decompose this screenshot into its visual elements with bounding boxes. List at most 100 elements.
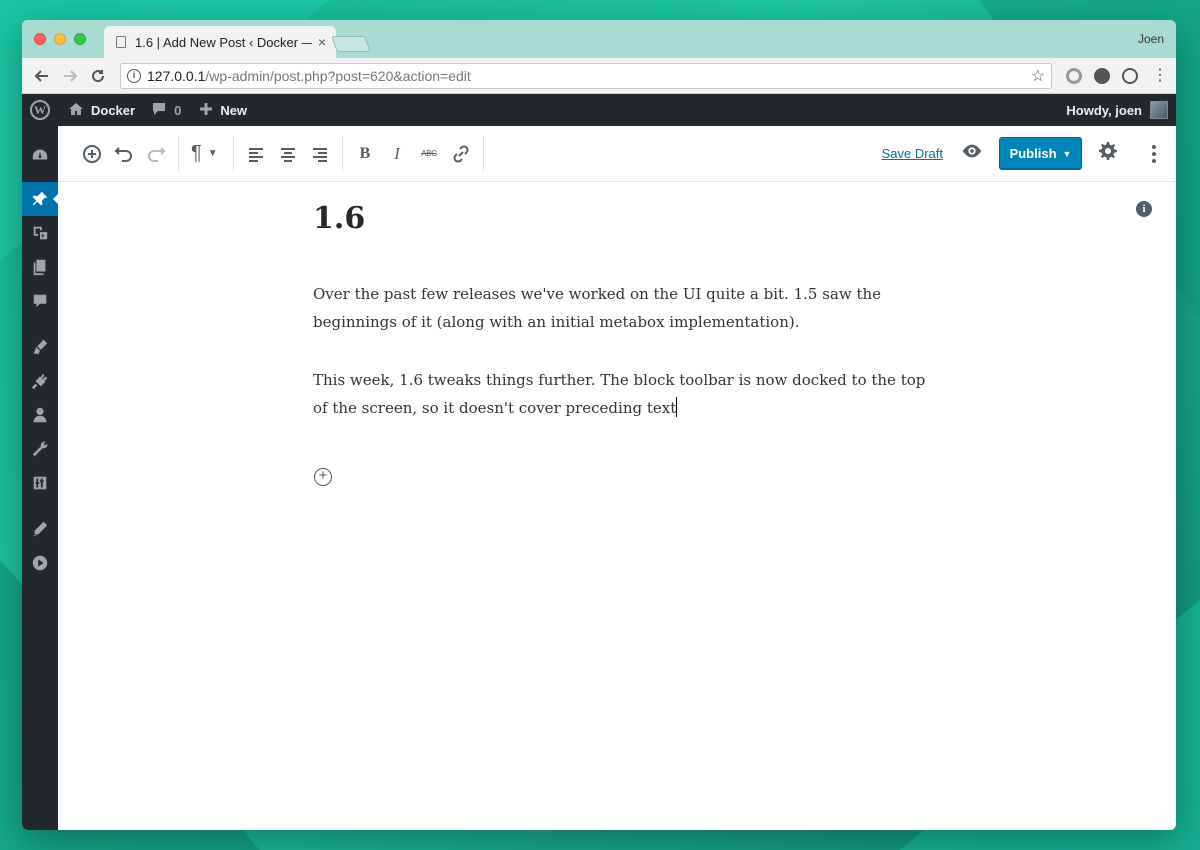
settings-sliders-icon	[33, 476, 47, 490]
align-left-icon	[249, 147, 263, 162]
text-cursor	[676, 397, 678, 417]
sidebar-item-tools[interactable]	[22, 432, 58, 466]
forward-button[interactable]	[58, 64, 82, 88]
wordpress-logo-mark: W	[30, 100, 50, 120]
extension-icon[interactable]	[1094, 67, 1110, 84]
dot	[1152, 144, 1156, 149]
site-name: Docker	[91, 102, 136, 118]
arrow-left-icon	[34, 69, 48, 82]
play-icon	[32, 555, 48, 571]
redo-button[interactable]	[140, 138, 172, 170]
sidebar-item-plugins[interactable]	[22, 364, 58, 398]
block-editor: ¶ ▼ B I ABC Save Draft Publish ▼ i 1.6 O…	[58, 126, 1176, 830]
extension-icon[interactable]	[1122, 67, 1138, 84]
howdy-label: Howdy, joen	[1066, 102, 1142, 118]
dot	[1152, 151, 1156, 156]
paragraph-icon: ¶	[191, 142, 202, 164]
italic-button[interactable]: I	[381, 138, 413, 170]
close-window-button[interactable]	[34, 33, 46, 45]
sidebar-item-settings[interactable]	[22, 466, 58, 500]
add-circle-icon	[83, 144, 101, 163]
sidebar-item-media[interactable]	[22, 216, 58, 250]
redo-icon	[148, 146, 166, 162]
sidebar-item-comments[interactable]	[22, 284, 58, 318]
admin-sidebar	[22, 126, 58, 830]
undo-icon	[114, 146, 132, 162]
pin-icon	[32, 191, 48, 206]
browser-menu-icon[interactable]: ⋮	[1152, 67, 1168, 84]
wordpress-logo-icon[interactable]: W	[22, 100, 58, 120]
reload-icon	[92, 69, 105, 82]
new-tab-button[interactable]	[331, 36, 371, 52]
sidebar-item-users[interactable]	[22, 398, 58, 432]
link-button[interactable]	[445, 138, 477, 170]
sidebar-item-posts[interactable]	[22, 182, 58, 216]
add-block-button[interactable]: +	[314, 468, 332, 486]
align-center-button[interactable]	[272, 138, 304, 170]
comments-icon	[33, 294, 47, 308]
bookmark-star-icon[interactable]: ☆	[1031, 66, 1045, 86]
document-info-icon[interactable]: i	[1136, 201, 1152, 217]
window-controls	[34, 33, 86, 45]
profile-name[interactable]: Joen	[1138, 32, 1164, 46]
comments-count: 0	[174, 102, 182, 118]
arrow-right-icon	[64, 69, 78, 82]
publish-label: Publish	[1009, 146, 1057, 161]
sidebar-item-edit[interactable]	[22, 512, 58, 546]
minimize-window-button[interactable]	[54, 33, 66, 45]
back-button[interactable]	[30, 64, 54, 88]
editor-header: ¶ ▼ B I ABC Save Draft Publish ▼	[58, 126, 1176, 182]
more-options-button[interactable]	[1144, 144, 1164, 163]
gear-icon	[1099, 142, 1117, 160]
avatar	[1150, 101, 1168, 119]
comment-bubble-icon	[151, 101, 167, 120]
paragraph-block[interactable]: This week, 1.6 tweaks things further. Th…	[313, 366, 933, 422]
maximize-window-button[interactable]	[74, 33, 86, 45]
undo-button[interactable]	[108, 138, 140, 170]
pages-icon	[33, 259, 46, 276]
browser-tab[interactable]: 1.6 | Add New Post ‹ Docker — ×	[104, 26, 336, 58]
align-left-button[interactable]	[240, 138, 272, 170]
address-bar[interactable]: i 127.0.0.1/wp-admin/post.php?post=620&a…	[120, 62, 1052, 89]
block-type-switcher[interactable]: ¶ ▼	[185, 138, 227, 170]
extension-icon[interactable]	[1066, 67, 1082, 84]
page-icon	[116, 36, 126, 48]
comments-link[interactable]: 0	[151, 101, 181, 120]
inserter-button[interactable]	[76, 138, 108, 170]
tab-strip: 1.6 | Add New Post ‹ Docker — × Joen	[22, 20, 1176, 58]
user-icon	[33, 407, 47, 423]
chevron-down-icon: ▼	[1062, 148, 1072, 159]
sidebar-item-pages[interactable]	[22, 250, 58, 284]
sidebar-item-media-player[interactable]	[22, 546, 58, 580]
publish-button[interactable]: Publish ▼	[999, 137, 1082, 170]
eye-icon	[962, 144, 982, 158]
url-path: /wp-admin/post.php?post=620&action=edit	[205, 67, 471, 84]
align-right-button[interactable]	[304, 138, 336, 170]
preview-button[interactable]	[961, 140, 983, 167]
tab-close-icon[interactable]: ×	[318, 34, 326, 50]
account-menu[interactable]: Howdy, joen	[1066, 101, 1168, 119]
paragraph-block[interactable]: Over the past few releases we've worked …	[313, 280, 933, 336]
bold-button[interactable]: B	[349, 138, 381, 170]
site-name-link[interactable]: Docker	[68, 101, 135, 120]
align-right-icon	[313, 147, 327, 162]
tab-title: 1.6 | Add New Post ‹ Docker —	[135, 34, 312, 50]
editor-actions: Save Draft Publish ▼	[882, 137, 1164, 170]
media-icon	[33, 226, 48, 240]
wp-admin-bar: W Docker 0 New Howdy, joen	[22, 94, 1176, 126]
sidebar-item-dashboard[interactable]	[22, 138, 58, 172]
paragraph-text: This week, 1.6 tweaks things further. Th…	[313, 371, 926, 417]
align-center-icon	[281, 147, 295, 162]
post-title[interactable]: 1.6	[313, 201, 933, 236]
strikethrough-button[interactable]: ABC	[413, 138, 445, 170]
wrench-icon	[32, 441, 48, 457]
dashboard-icon	[32, 149, 48, 160]
new-content-link[interactable]: New	[199, 102, 247, 119]
reload-button[interactable]	[86, 64, 110, 88]
sidebar-item-appearance[interactable]	[22, 330, 58, 364]
site-info-icon[interactable]: i	[127, 68, 141, 83]
settings-button[interactable]	[1098, 141, 1118, 166]
history-toolbar	[70, 135, 179, 172]
browser-window: 1.6 | Add New Post ‹ Docker — × Joen i 1…	[22, 20, 1176, 830]
save-draft-button[interactable]: Save Draft	[882, 146, 943, 161]
